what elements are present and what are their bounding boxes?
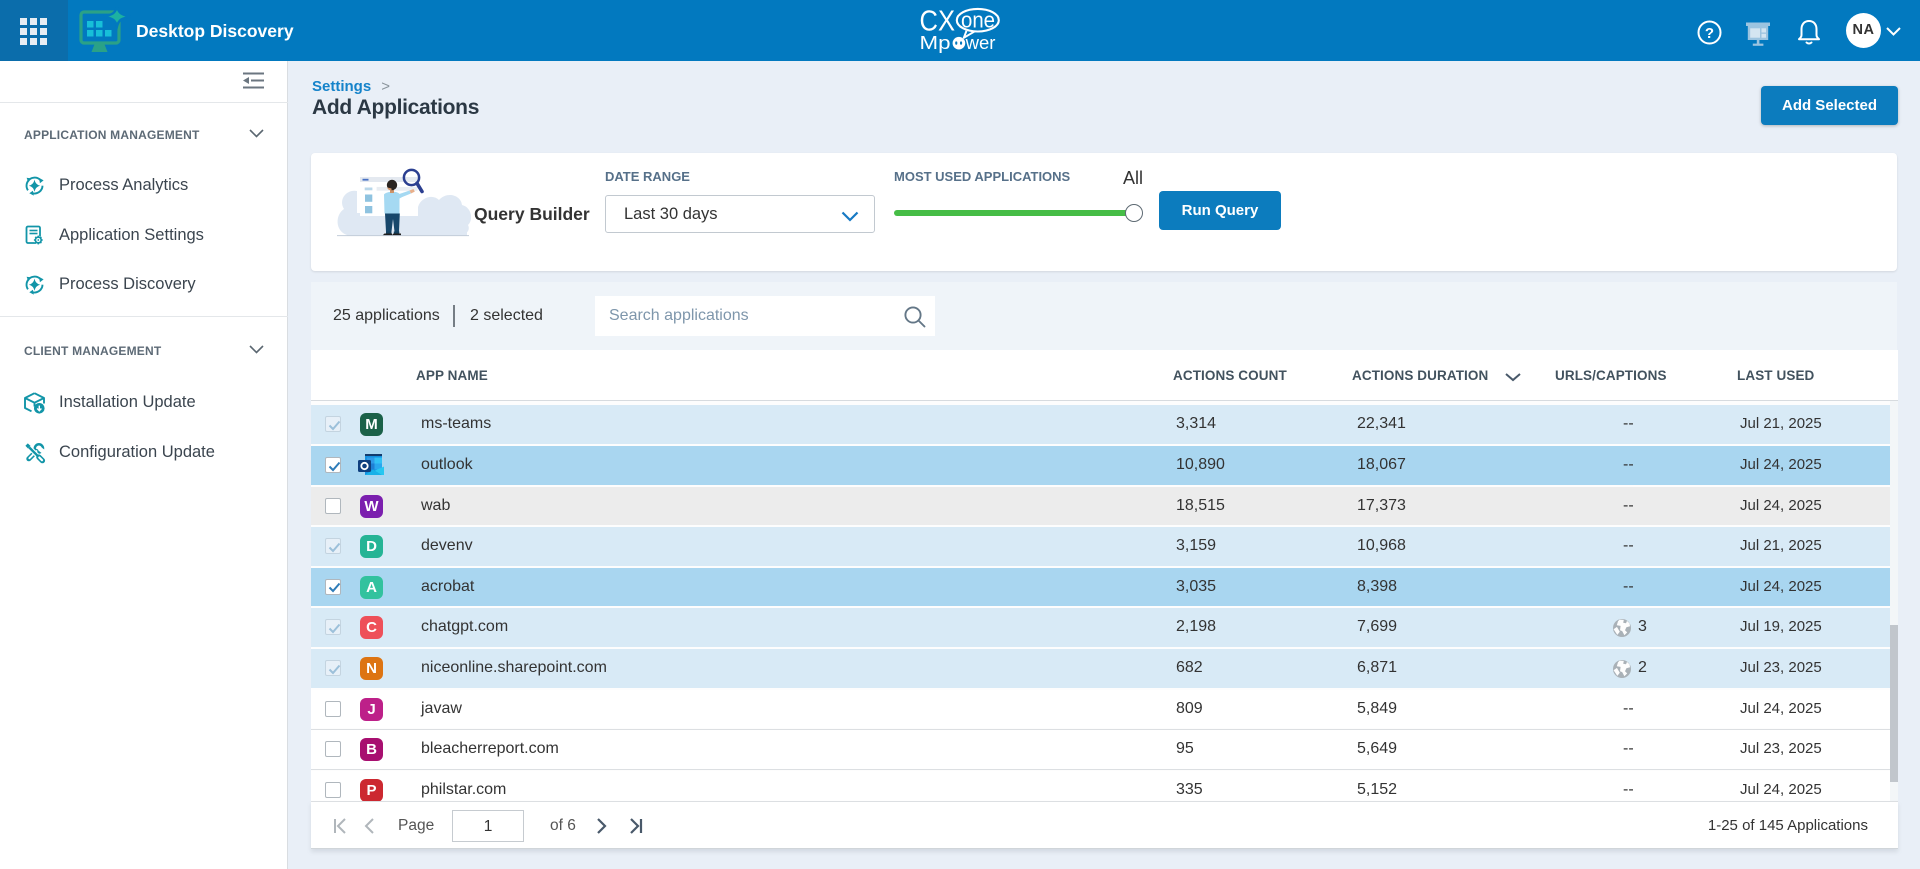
- svg-text:one: one: [961, 8, 995, 33]
- svg-text:?: ?: [1705, 25, 1714, 42]
- svg-text:Mp: Mp: [920, 32, 951, 53]
- svg-text:wer: wer: [965, 32, 996, 53]
